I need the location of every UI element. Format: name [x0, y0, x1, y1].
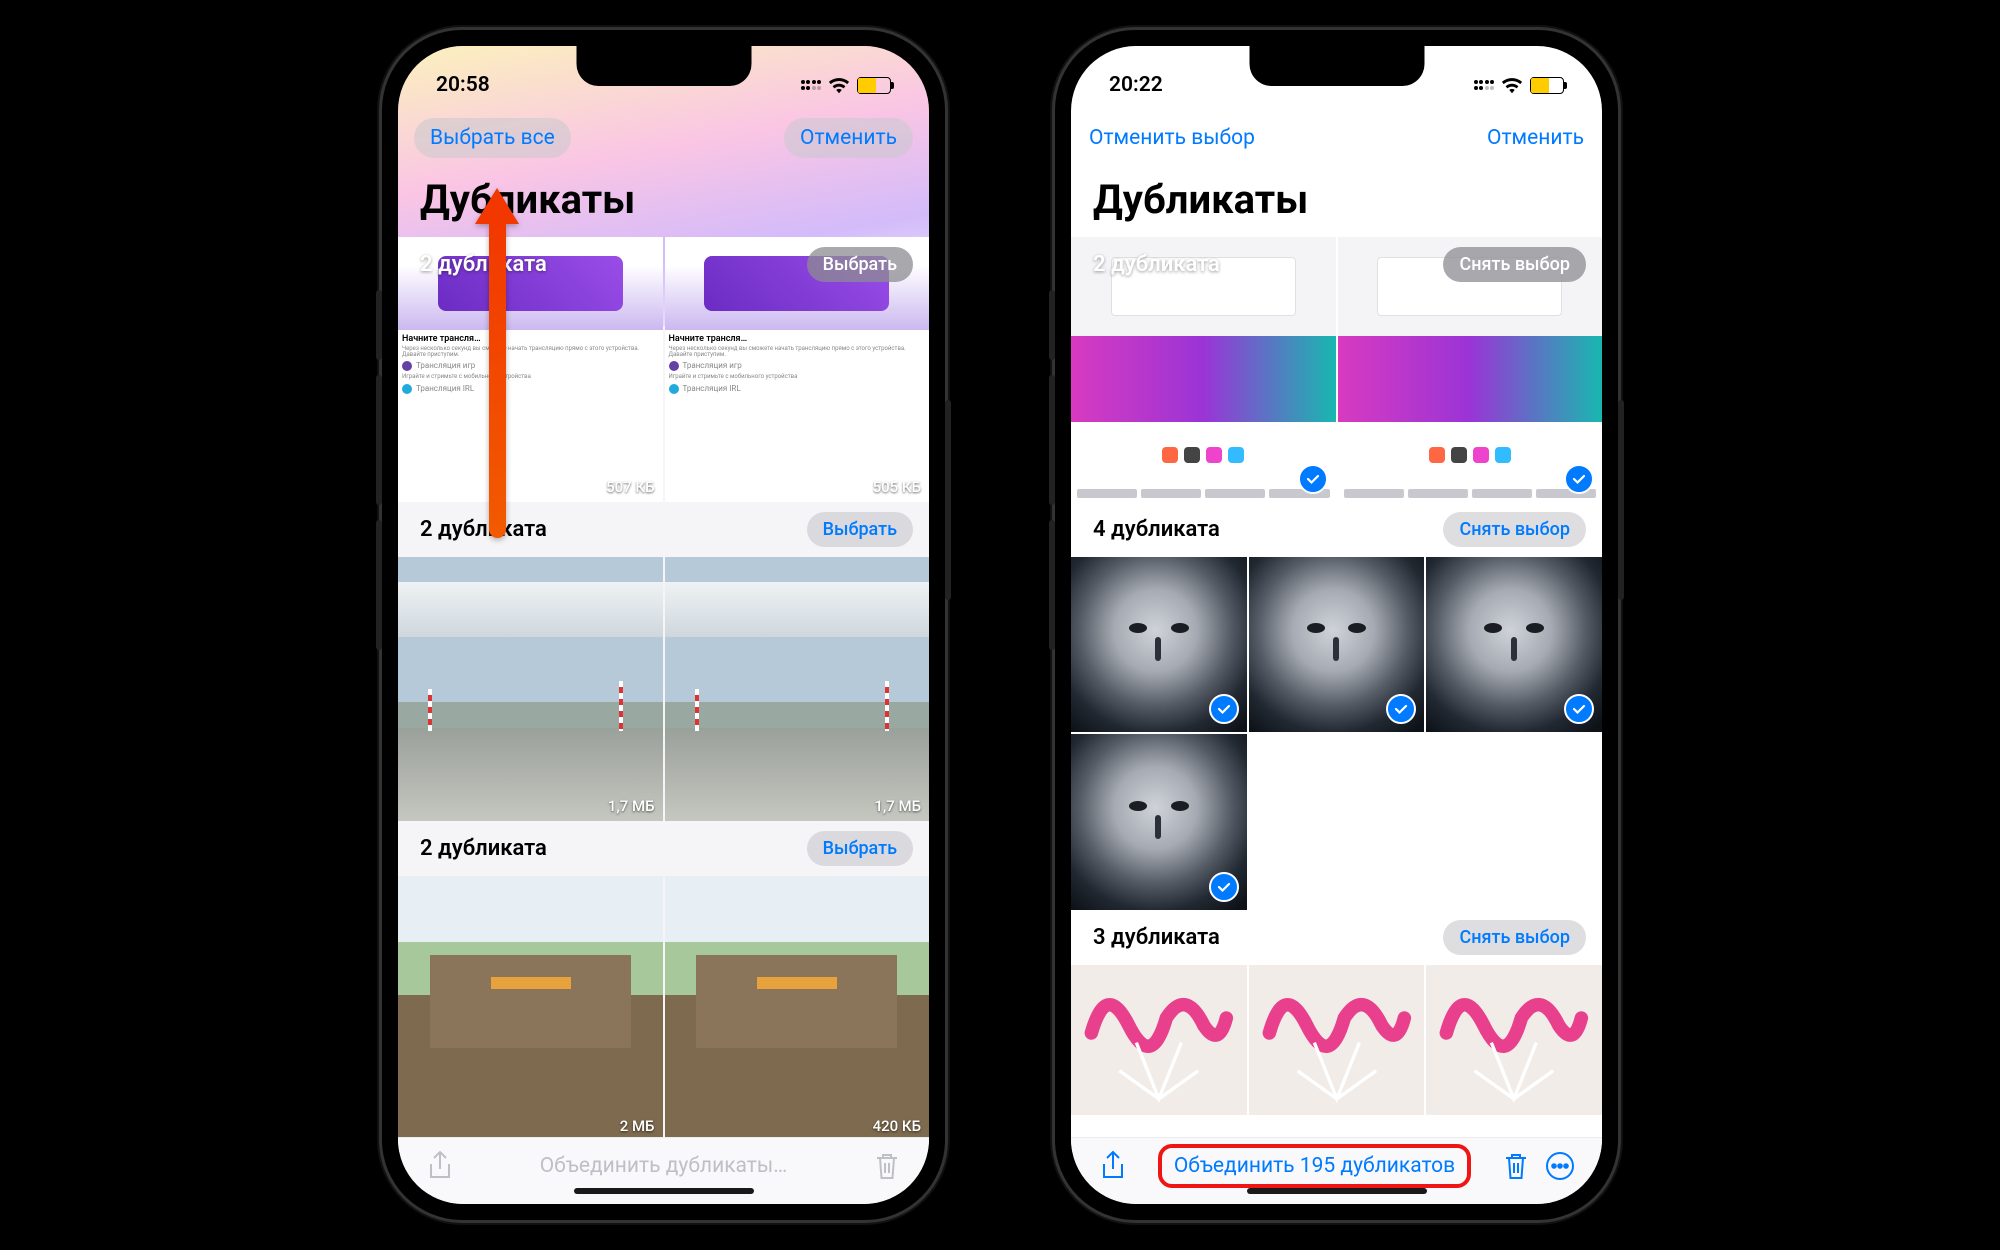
nav-bar: Отменить выбор Отменить [1071, 106, 1602, 170]
file-size: 420 КБ [873, 1117, 921, 1135]
notch [1249, 46, 1424, 86]
trash-icon[interactable] [1500, 1150, 1532, 1182]
duplicate-thumb[interactable] [1426, 557, 1602, 733]
phone-left: 20:58 Выбрать все Отменить Дубликаты 2 д… [382, 30, 945, 1220]
notch [576, 46, 751, 86]
group-title: 3 дубликата [1093, 925, 1220, 950]
battery-icon [857, 77, 891, 94]
file-size: 507 КБ [606, 478, 654, 496]
merge-button[interactable]: Объединить 195 дубликатов [1141, 1154, 1488, 1178]
status-time: 20:58 [436, 73, 490, 97]
deselect-group-button[interactable]: Снять выбор [1443, 512, 1586, 547]
more-icon[interactable] [1544, 1150, 1576, 1182]
file-size: 505 КБ [873, 478, 921, 496]
select-group-button[interactable]: Выбрать [807, 247, 913, 282]
share-icon[interactable] [1097, 1150, 1129, 1182]
select-group-button[interactable]: Выбрать [807, 512, 913, 547]
duplicate-thumb[interactable]: 1,7 МБ [398, 557, 663, 822]
nav-bar: Выбрать все Отменить [398, 106, 929, 170]
select-all-button[interactable]: Выбрать все [414, 118, 571, 158]
selected-check-icon [1564, 694, 1594, 724]
file-size: 1,7 МБ [874, 797, 921, 815]
home-indicator[interactable] [1247, 1188, 1427, 1194]
deselect-group-button[interactable]: Снять выбор [1443, 247, 1586, 282]
share-icon[interactable] [424, 1150, 456, 1182]
annotation-arrow-up [478, 188, 516, 538]
group-title: 4 дубликата [1093, 517, 1220, 542]
group-title: 2 дубликата [1093, 252, 1220, 277]
file-size: 1,7 МБ [608, 797, 655, 815]
duplicate-thumb[interactable]: 420 КБ [665, 876, 930, 1137]
page-title: Дубликаты [1071, 170, 1602, 237]
home-indicator[interactable] [574, 1188, 754, 1194]
selected-check-icon [1209, 872, 1239, 902]
file-size: 2 МБ [620, 1117, 655, 1135]
group-header: 4 дубликата Снять выбор [1071, 502, 1602, 557]
selected-check-icon [1209, 694, 1239, 724]
group-header: 3 дубликата Снять выбор [1071, 910, 1602, 965]
screen-right: 20:22 Отменить выбор Отменить Дубликаты … [1071, 46, 1602, 1204]
merge-button[interactable]: Объединить дубликаты… [468, 1154, 859, 1178]
duplicate-thumb[interactable] [1071, 557, 1247, 733]
status-time: 20:22 [1109, 73, 1163, 97]
battery-icon [1530, 77, 1564, 94]
group-header: 2 дубликата Выбрать [398, 821, 929, 876]
cellular-icon [801, 80, 822, 90]
selected-check-icon [1298, 464, 1328, 494]
cellular-icon [1474, 80, 1495, 90]
annotation-highlight: Объединить 195 дубликатов [1158, 1144, 1471, 1188]
group-header: 2 дубликата Снять выбор [1071, 237, 1602, 292]
phone-right: 20:22 Отменить выбор Отменить Дубликаты … [1055, 30, 1618, 1220]
select-group-button[interactable]: Выбрать [807, 831, 913, 866]
group-title: 2 дубликата [420, 836, 547, 861]
wifi-icon [1501, 76, 1523, 94]
duplicate-thumb[interactable] [1249, 965, 1425, 1115]
trash-icon[interactable] [871, 1150, 903, 1182]
duplicate-thumb[interactable] [1426, 965, 1602, 1115]
cancel-button[interactable]: Отменить [1471, 118, 1586, 158]
duplicate-thumb[interactable]: 1,7 МБ [665, 557, 930, 822]
duplicate-thumb[interactable] [1071, 734, 1247, 910]
scroll-content[interactable]: 2 дубликата Снять выбор [1071, 237, 1602, 1137]
selected-check-icon [1564, 464, 1594, 494]
deselect-all-button[interactable]: Отменить выбор [1087, 118, 1271, 158]
screen-left: 20:58 Выбрать все Отменить Дубликаты 2 д… [398, 46, 929, 1204]
deselect-group-button[interactable]: Снять выбор [1443, 920, 1586, 955]
selected-check-icon [1386, 694, 1416, 724]
duplicate-thumb[interactable]: 2 МБ [398, 876, 663, 1137]
cancel-button[interactable]: Отменить [784, 118, 913, 158]
duplicate-thumb[interactable] [1071, 965, 1247, 1115]
duplicate-thumb[interactable] [1249, 557, 1425, 733]
wifi-icon [828, 76, 850, 94]
